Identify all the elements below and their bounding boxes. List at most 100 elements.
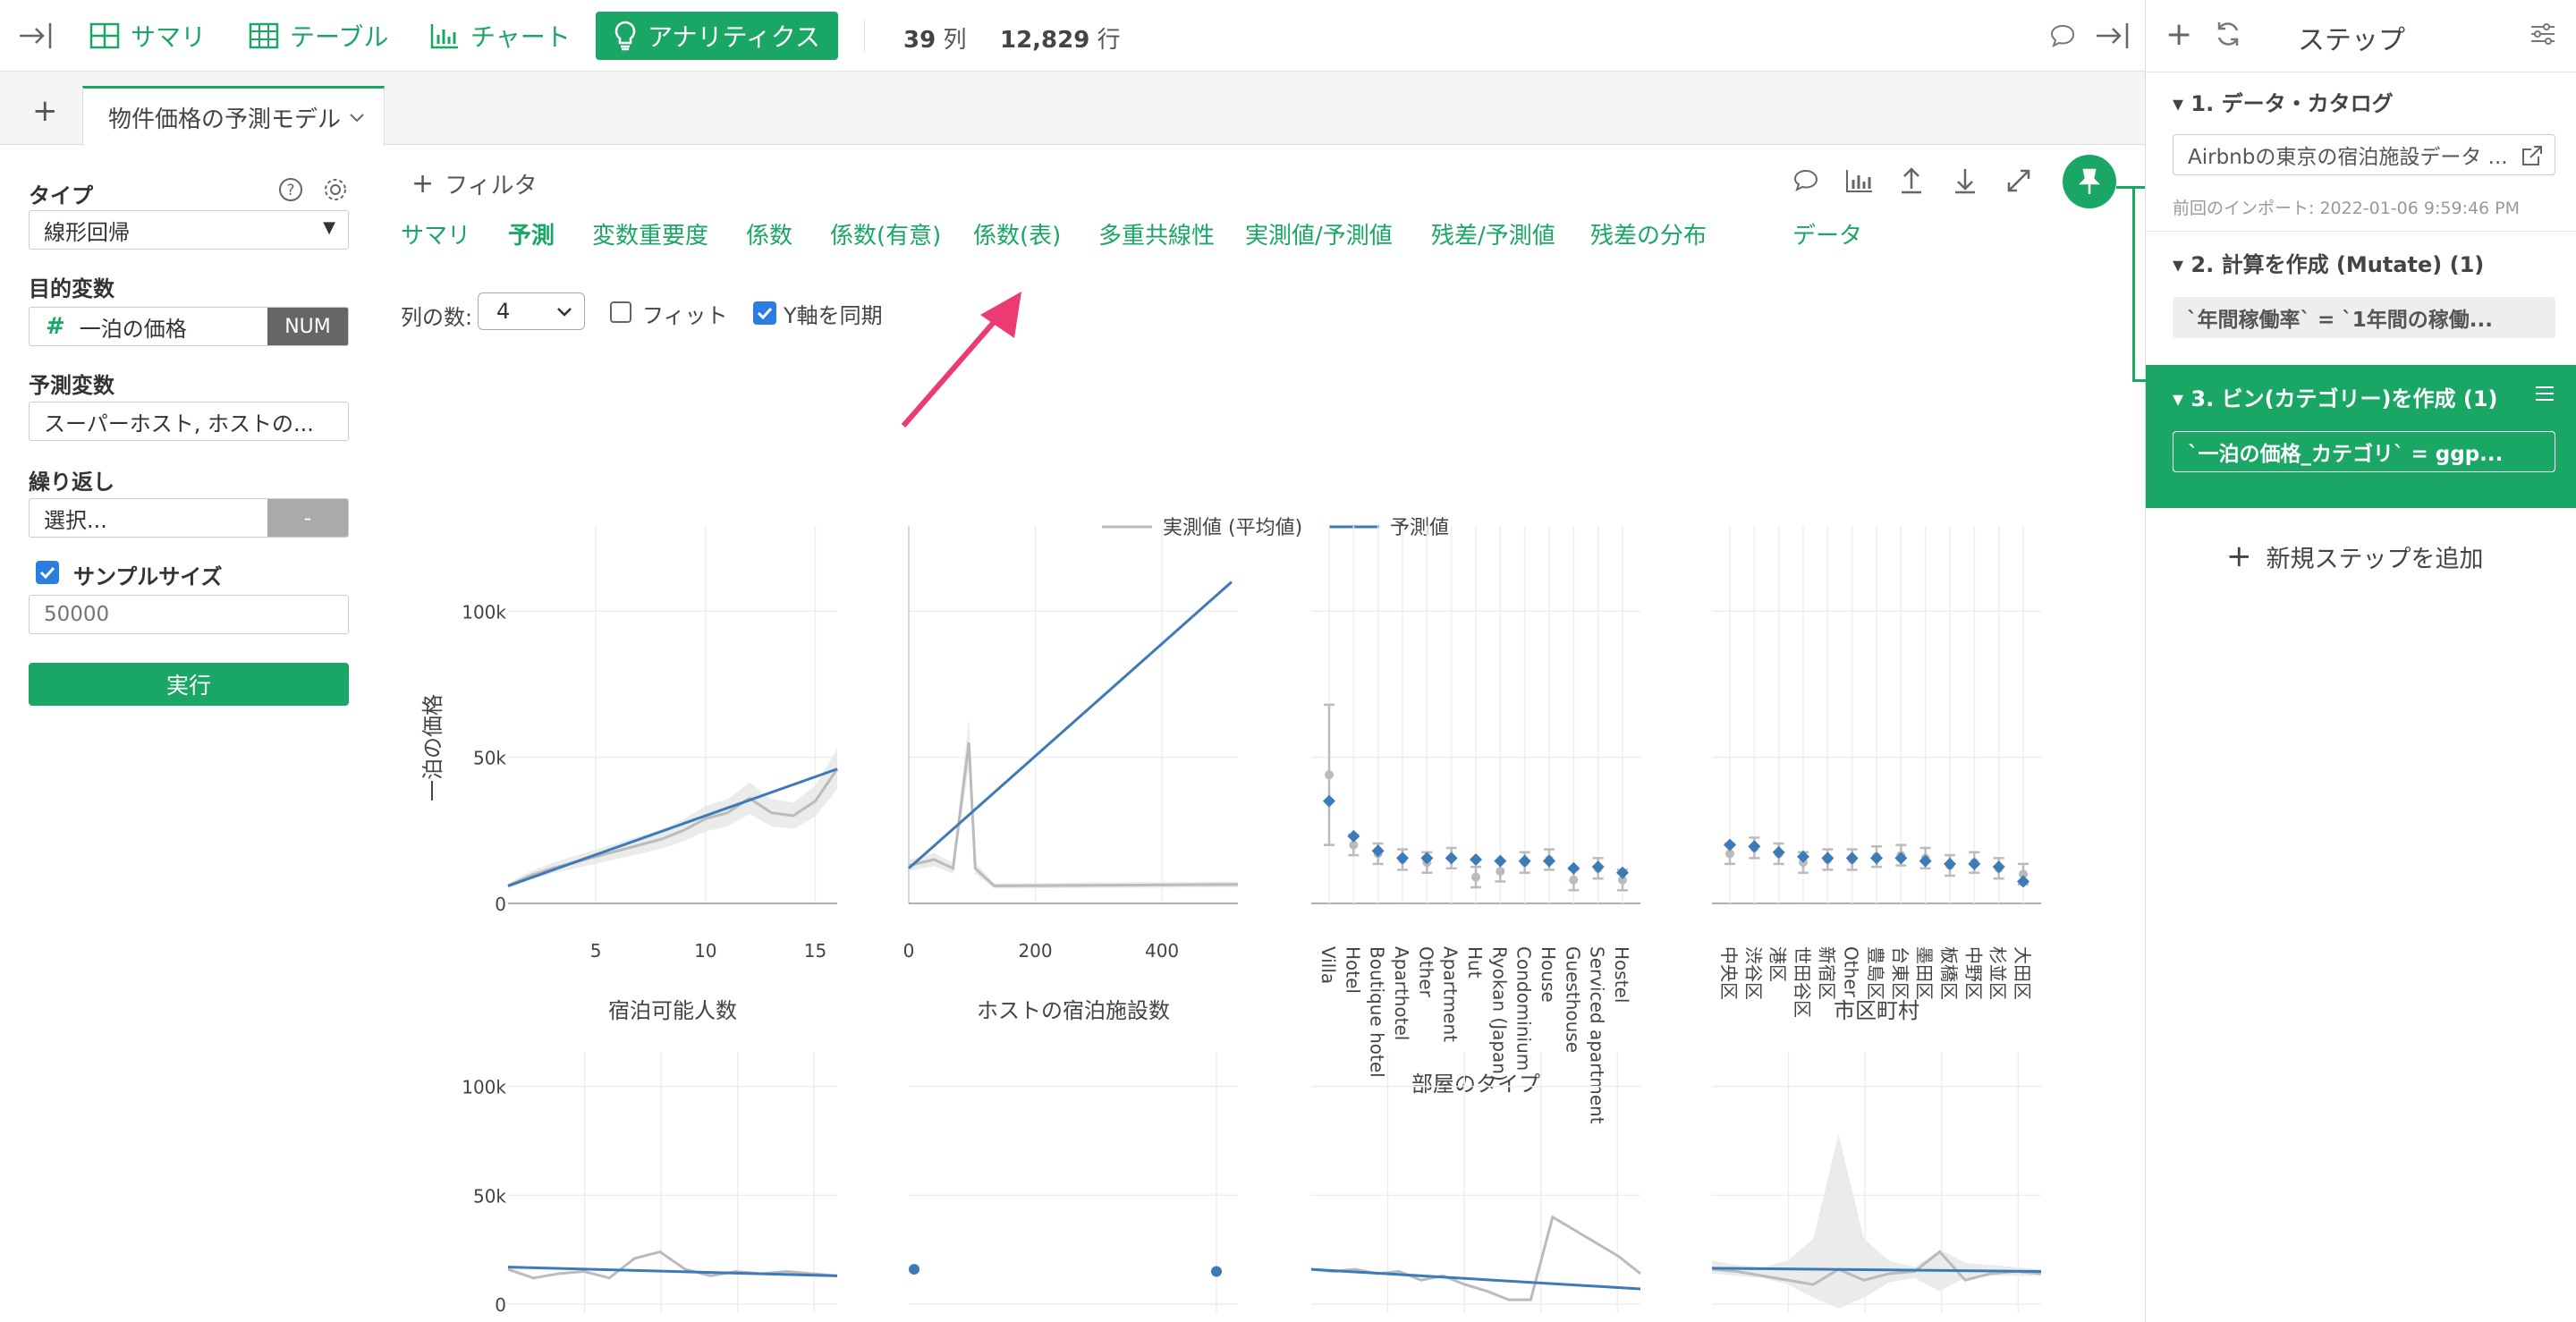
triangle-down-icon: ▾ (2173, 386, 2184, 411)
toolbar-divider (864, 20, 865, 52)
bar-chart-icon[interactable] (1844, 167, 1875, 194)
comment-icon[interactable] (2043, 16, 2082, 55)
top-toolbar: サマリ テーブル チャート アナリティクス 39 列 12,829 行 (0, 0, 2145, 72)
predicted-point (1518, 854, 1531, 868)
model-type-select[interactable]: 線形回帰 ▼ (29, 210, 349, 250)
legend-predicted-label: 予測値 (1390, 517, 1449, 539)
column-count: 39 列 (903, 27, 967, 54)
add-new-step-button[interactable]: + 新規ステップを追加 (2226, 538, 2484, 574)
external-link-icon[interactable] (2521, 144, 2544, 167)
subtab-0[interactable]: サマリ (401, 217, 470, 250)
lightbulb-icon (614, 21, 636, 51)
add-filter-button[interactable]: + フィルタ (411, 167, 538, 200)
nav-chart-label: チャート (470, 22, 571, 52)
tab-prediction-model[interactable]: 物件価格の予測モデル (82, 86, 385, 146)
step-2-chip-text: `年間稼働率` = `1年間の稼働... (2187, 309, 2494, 332)
predicted-line (908, 580, 1233, 869)
subtab-3[interactable]: 係数 (746, 217, 792, 250)
repeat-value: 選択... (44, 507, 107, 533)
step-2-chip[interactable]: `年間稼働率` = `1年間の稼働... (2173, 297, 2555, 338)
add-step-icon[interactable]: + (2165, 16, 2192, 53)
step-3-chip[interactable]: `一泊の価格_カテゴリ` = ggp... (2173, 431, 2555, 472)
x-tick-label: 大田区 (2012, 946, 2033, 1000)
repeat-select[interactable]: 選択... - (29, 498, 349, 538)
settings-sliders-icon[interactable] (2529, 20, 2557, 48)
add-step-label: 新規ステップを追加 (2266, 545, 2484, 573)
legend-actual-label: 実測値 (平均値) (1163, 517, 1302, 539)
chevron-down-icon (350, 114, 364, 123)
triangle-down-icon: ▾ (2173, 252, 2184, 277)
step-divider (2146, 231, 2576, 232)
step-1-chip[interactable]: Airbnbの東京の宿泊施設データ ... (2173, 134, 2555, 175)
tab-label: 物件価格の予測モデル (108, 106, 342, 133)
x-tick-label: Ryokan (Japan) (1488, 946, 1510, 1081)
upload-icon[interactable] (1898, 165, 1925, 196)
y-tick-label: 0 (495, 1294, 506, 1316)
sample-checkbox[interactable] (36, 561, 59, 584)
pin-connector-v (2132, 186, 2135, 381)
predicted-point (1616, 866, 1629, 879)
subtab-4[interactable]: 係数(有意) (830, 217, 941, 250)
expand-icon[interactable] (2005, 167, 2032, 194)
subtab-5[interactable]: 係数(表) (973, 217, 1061, 250)
subtab-7[interactable]: 実測値/予測値 (1245, 217, 1393, 250)
actual-line (908, 742, 1239, 887)
x-tick-label: Hotel (1342, 946, 1363, 994)
menu-icon[interactable] (2534, 385, 2555, 403)
step-1-title: ▾ 1. データ・カタログ (2173, 91, 2394, 116)
subtab-6[interactable]: 多重共線性 (1098, 217, 1215, 250)
predictor-field[interactable]: スーパーホスト, ホストの... (29, 402, 349, 441)
x-tick-label: 新宿区 (1816, 946, 1837, 1000)
predicted-point (1567, 861, 1580, 875)
add-tab-button[interactable]: + (32, 93, 58, 129)
gear-icon[interactable] (322, 176, 349, 203)
sample-size-input[interactable] (29, 595, 349, 634)
predicted-point (909, 1264, 919, 1275)
nav-summary-label: サマリ (131, 22, 207, 52)
comment-icon[interactable] (1791, 167, 1821, 194)
refresh-icon[interactable] (2214, 20, 2242, 48)
pin-connector (2116, 186, 2145, 189)
help-icon[interactable]: ? (277, 176, 304, 203)
step-3[interactable]: ▾ 3. ビン(カテゴリー)を作成 (1) `一泊の価格_カテゴリ` = ggp… (2146, 365, 2576, 508)
target-variable-field[interactable]: # 一泊の価格 NUM (29, 307, 349, 346)
x-tick-label: Hut (1464, 946, 1486, 979)
repeat-button[interactable]: - (267, 499, 348, 537)
x-tick-label: 杉並区 (1987, 946, 2009, 1000)
x-tick-label: Other (1415, 946, 1436, 998)
nav-chart[interactable]: チャート (411, 13, 589, 59)
x-tick-label: 400 (1145, 940, 1179, 962)
target-value: 一泊の価格 (79, 316, 187, 342)
x-axis-label: 市区町村 (1834, 998, 1919, 1023)
actual-point (1496, 867, 1505, 877)
actual-point (1325, 770, 1334, 780)
collapse-right-icon[interactable] (2093, 16, 2132, 55)
predicted-point (1992, 860, 2005, 874)
nav-table[interactable]: テーブル (231, 13, 406, 59)
steps-title: ステップ (2298, 25, 2405, 56)
subtab-9[interactable]: 残差の分布 (1590, 217, 1707, 250)
step-2-title: ▾ 2. 計算を作成 (Mutate) (1) (2173, 252, 2485, 277)
run-button[interactable]: 実行 (29, 663, 349, 706)
predicted-point (1543, 854, 1555, 868)
nav-analytics[interactable]: アナリティクス (596, 12, 838, 60)
subtab-2[interactable]: 変数重要度 (592, 217, 708, 250)
collapse-left-icon[interactable] (16, 16, 55, 55)
predicted-point (1396, 852, 1409, 865)
x-tick-label: 板橋区 (1938, 946, 1960, 1000)
sample-label: サンプルサイズ (73, 564, 223, 589)
x-tick-label: 5 (590, 940, 602, 962)
step-3-title: ▾ 3. ビン(カテゴリー)を作成 (1) (2173, 386, 2498, 411)
subtab-1[interactable]: 予測 (508, 217, 555, 250)
subtab-8[interactable]: 残差/予測値 (1431, 217, 1555, 250)
x-axis-label: ホストの宿泊施設数 (977, 998, 1170, 1023)
nav-summary[interactable]: サマリ (72, 13, 224, 59)
subtab-10[interactable]: データ (1792, 217, 1862, 250)
svg-text:?: ? (286, 182, 294, 199)
download-icon[interactable] (1952, 165, 1979, 196)
y-tick-label: 50k (473, 1185, 506, 1207)
y-tick-label: 0 (495, 894, 506, 915)
filter-label: フィルタ (445, 173, 538, 199)
pin-button[interactable] (2063, 155, 2116, 208)
predicted-line (1310, 1267, 1641, 1291)
